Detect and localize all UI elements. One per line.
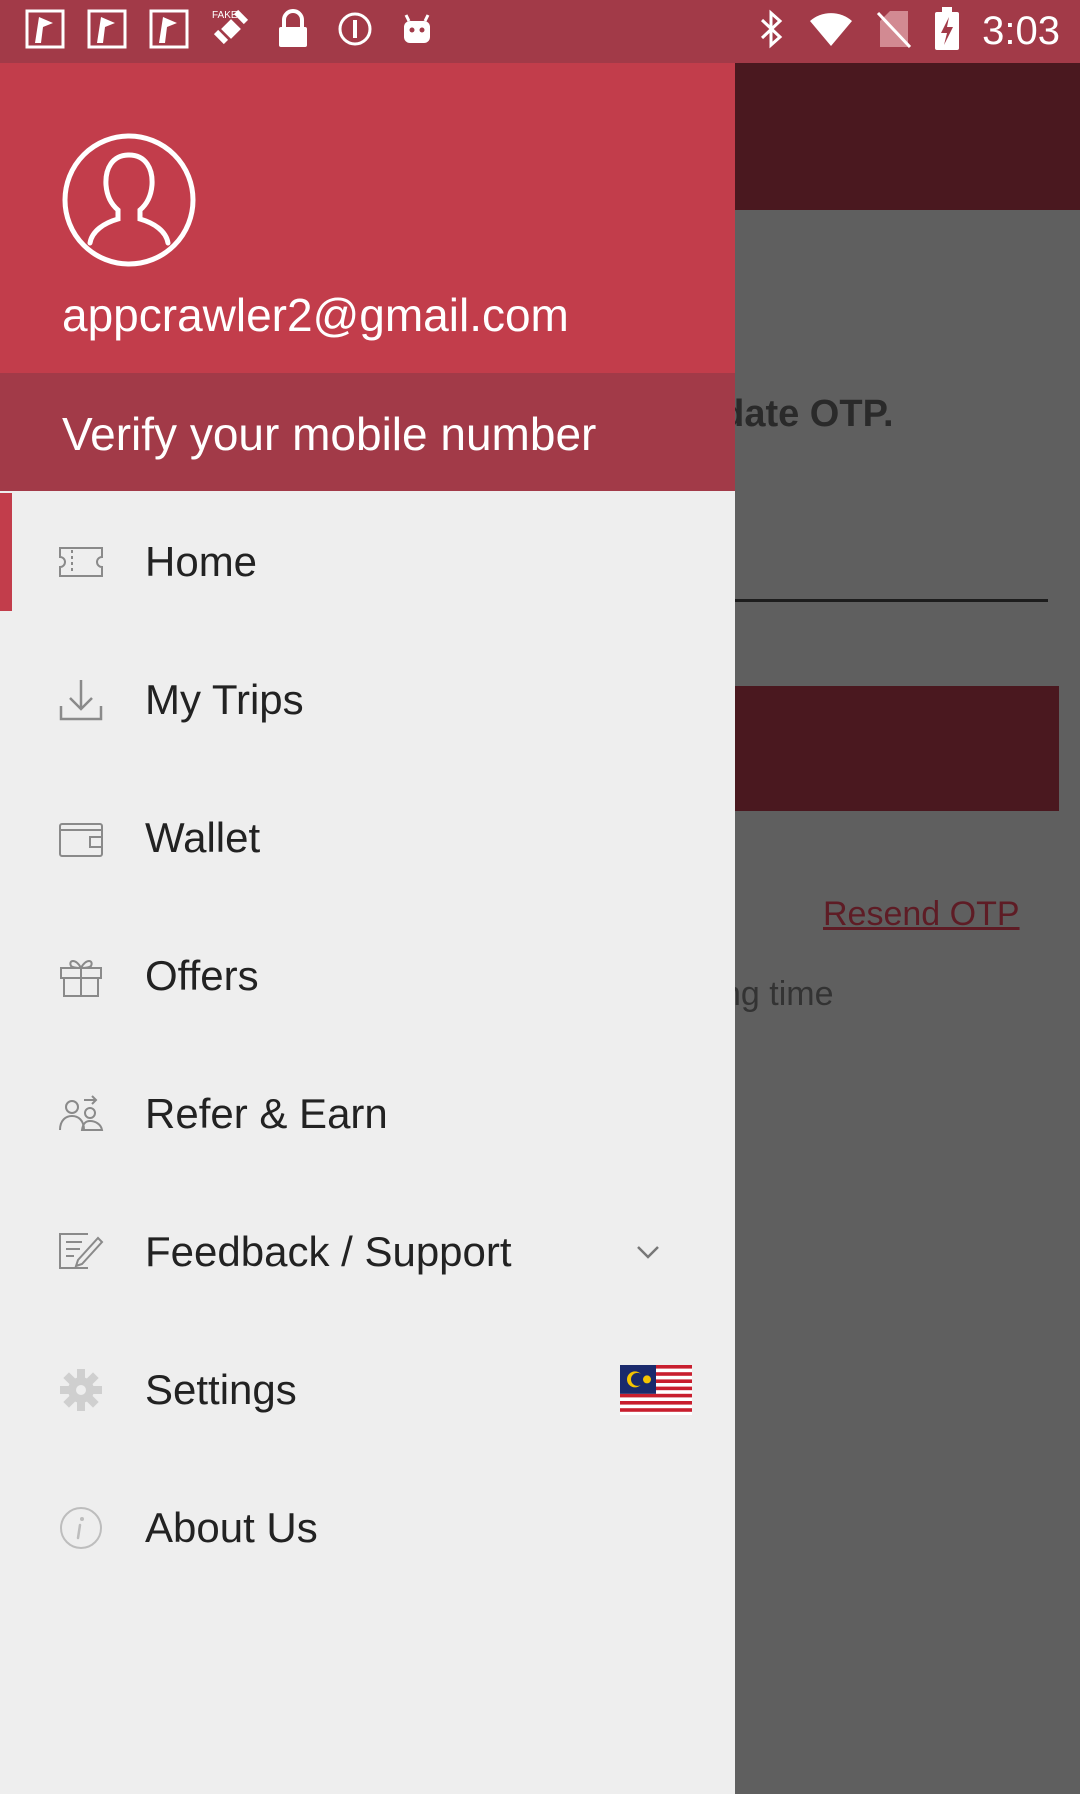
user-email: appcrawler2@gmail.com [62, 289, 569, 341]
drawer-menu: Home My Trips Wallet Offers Refer & Earn [0, 493, 735, 1597]
background-waiting-text: ng time [722, 975, 834, 1013]
menu-item-label: Home [145, 538, 258, 585]
status-system: 3:03 [758, 0, 1060, 63]
wifi-icon [808, 10, 854, 53]
android-icon [396, 8, 438, 50]
menu-item-refer-earn[interactable]: Refer & Earn [0, 1045, 735, 1183]
notification-icon [86, 8, 128, 50]
resend-otp-link[interactable]: Resend OTP [823, 895, 1020, 934]
gift-icon [58, 953, 104, 999]
menu-item-label: Wallet [145, 814, 261, 861]
menu-item-about-us[interactable]: About Us [0, 1459, 735, 1597]
svg-text:FAKE: FAKE [212, 10, 238, 21]
menu-item-label: Feedback / Support [145, 1228, 512, 1275]
malaysia-flag-icon[interactable] [620, 1365, 692, 1415]
ticket-icon [58, 539, 104, 585]
menu-item-settings[interactable]: Settings [0, 1321, 735, 1459]
menu-item-label: Offers [145, 952, 259, 999]
chevron-down-icon[interactable] [632, 1236, 664, 1268]
menu-item-wallet[interactable]: Wallet [0, 769, 735, 907]
drawer-header: appcrawler2@gmail.com [0, 63, 735, 373]
menu-item-home[interactable]: Home [0, 493, 735, 631]
menu-item-feedback-support[interactable]: Feedback / Support [0, 1183, 735, 1321]
info-icon [58, 1505, 104, 1551]
status-time: 3:03 [982, 9, 1060, 53]
feedback-edit-icon [58, 1229, 104, 1275]
notification-icon [148, 8, 190, 50]
menu-item-my-trips[interactable]: My Trips [0, 631, 735, 769]
avatar[interactable] [62, 133, 196, 267]
bluetooth-icon [758, 9, 786, 54]
menu-item-label: Settings [145, 1366, 297, 1413]
status-bar: FAKE 3:03 [0, 0, 1080, 63]
wallet-icon [58, 815, 104, 861]
menu-item-label: Refer & Earn [145, 1090, 388, 1137]
download-icon [58, 677, 104, 723]
menu-item-label: About Us [145, 1504, 318, 1551]
menu-item-label: My Trips [145, 676, 304, 723]
notification-icon [24, 8, 66, 50]
lock-icon [272, 8, 314, 50]
info-circle-icon [334, 8, 376, 50]
people-share-icon [58, 1091, 104, 1137]
user-avatar-icon [62, 133, 196, 267]
verify-mobile-banner[interactable]: Verify your mobile number [0, 373, 735, 491]
fake-gps-icon: FAKE [210, 8, 252, 50]
background-submit-button [734, 686, 1059, 811]
menu-item-offers[interactable]: Offers [0, 907, 735, 1045]
battery-charging-icon [934, 7, 960, 56]
navigation-drawer: appcrawler2@gmail.com Verify your mobile… [0, 63, 735, 1794]
no-sim-icon [876, 9, 912, 54]
status-notifications: FAKE [24, 8, 438, 50]
verify-mobile-label: Verify your mobile number [62, 408, 597, 460]
background-input-underline [734, 599, 1048, 602]
gear-icon [58, 1367, 104, 1413]
